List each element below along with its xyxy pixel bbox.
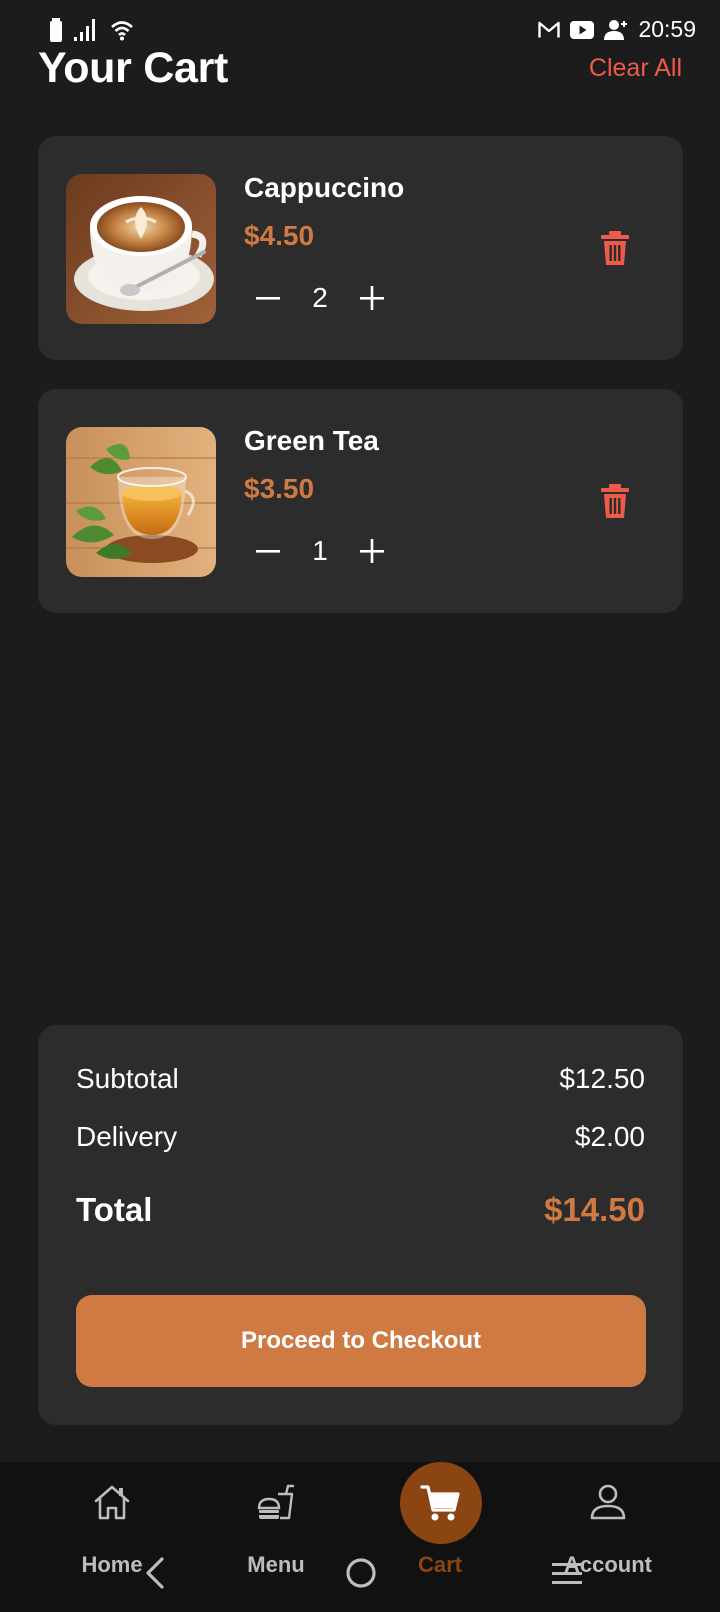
nav-label: Menu xyxy=(247,1552,305,1577)
wifi-icon xyxy=(111,21,133,41)
subtotal-value: $12.50 xyxy=(559,1063,645,1094)
minus-icon xyxy=(256,297,280,300)
total-value: $14.50 xyxy=(544,1191,645,1228)
system-back-icon[interactable] xyxy=(140,1555,170,1591)
system-home-icon[interactable] xyxy=(344,1556,378,1590)
nav-item-menu[interactable]: Menu xyxy=(216,1462,336,1612)
nav-item-cart[interactable]: Cart xyxy=(380,1462,500,1612)
cart-item-cappuccino: Cappuccino $4.50 2 xyxy=(38,136,683,360)
subtotal-row: Subtotal $12.50 xyxy=(76,1063,645,1095)
page-title: Your Cart xyxy=(38,44,229,92)
total-label: Total xyxy=(76,1191,153,1228)
delete-item-button[interactable] xyxy=(595,481,635,521)
item-name: Cappuccino xyxy=(244,172,405,203)
status-bar: 20:59 xyxy=(0,14,720,48)
total-row: Total $14.50 xyxy=(76,1191,645,1229)
subtotal-label: Subtotal xyxy=(76,1063,179,1094)
delivery-value: $2.00 xyxy=(574,1121,645,1152)
cart-icon xyxy=(420,1485,460,1521)
trash-icon xyxy=(601,484,629,518)
increase-quantity-button[interactable] xyxy=(352,531,392,571)
increase-quantity-button[interactable] xyxy=(352,278,392,318)
nav-label: Cart xyxy=(417,1552,462,1577)
delete-item-button[interactable] xyxy=(595,228,635,268)
item-price: $3.50 xyxy=(244,473,315,504)
signal-icon xyxy=(74,19,95,41)
plus-icon xyxy=(360,539,384,563)
person-add-icon xyxy=(604,19,628,40)
decrease-quantity-button[interactable] xyxy=(248,278,288,318)
cart-active-bubble xyxy=(400,1462,482,1544)
status-time: 20:59 xyxy=(638,16,696,42)
fastfood-icon xyxy=(257,1484,295,1520)
quantity-value: 1 xyxy=(312,535,328,566)
decrease-quantity-button[interactable] xyxy=(248,531,288,571)
system-recents-icon[interactable] xyxy=(550,1560,584,1588)
item-name: Green Tea xyxy=(244,425,379,456)
minus-icon xyxy=(256,550,280,553)
gmail-icon xyxy=(538,21,561,37)
delivery-label: Delivery xyxy=(76,1121,178,1152)
home-icon xyxy=(94,1485,130,1520)
item-price: $4.50 xyxy=(244,220,315,251)
battery-icon xyxy=(50,18,62,42)
order-summary: Subtotal $12.50 Delivery $2.00 Total $14… xyxy=(38,1025,683,1425)
person-icon xyxy=(590,1484,626,1520)
trash-icon xyxy=(601,231,629,265)
green-tea-cup-image xyxy=(66,427,216,577)
cappuccino-cup-image xyxy=(66,174,216,324)
quantity-value: 2 xyxy=(312,282,328,313)
checkout-button[interactable]: Proceed to Checkout xyxy=(76,1295,646,1387)
plus-icon xyxy=(360,286,384,310)
nav-item-account[interactable]: Account xyxy=(548,1462,668,1612)
delivery-row: Delivery $2.00 xyxy=(76,1121,645,1153)
clear-all-button[interactable]: Clear All xyxy=(589,54,682,83)
status-right: 20:59 xyxy=(538,16,696,43)
cart-screen: 20:59 Your Cart Clear All Cappuccino $4.… xyxy=(0,0,720,1612)
status-left xyxy=(50,18,134,42)
cart-item-green-tea: Green Tea $3.50 1 xyxy=(38,389,683,613)
youtube-icon xyxy=(570,20,595,39)
